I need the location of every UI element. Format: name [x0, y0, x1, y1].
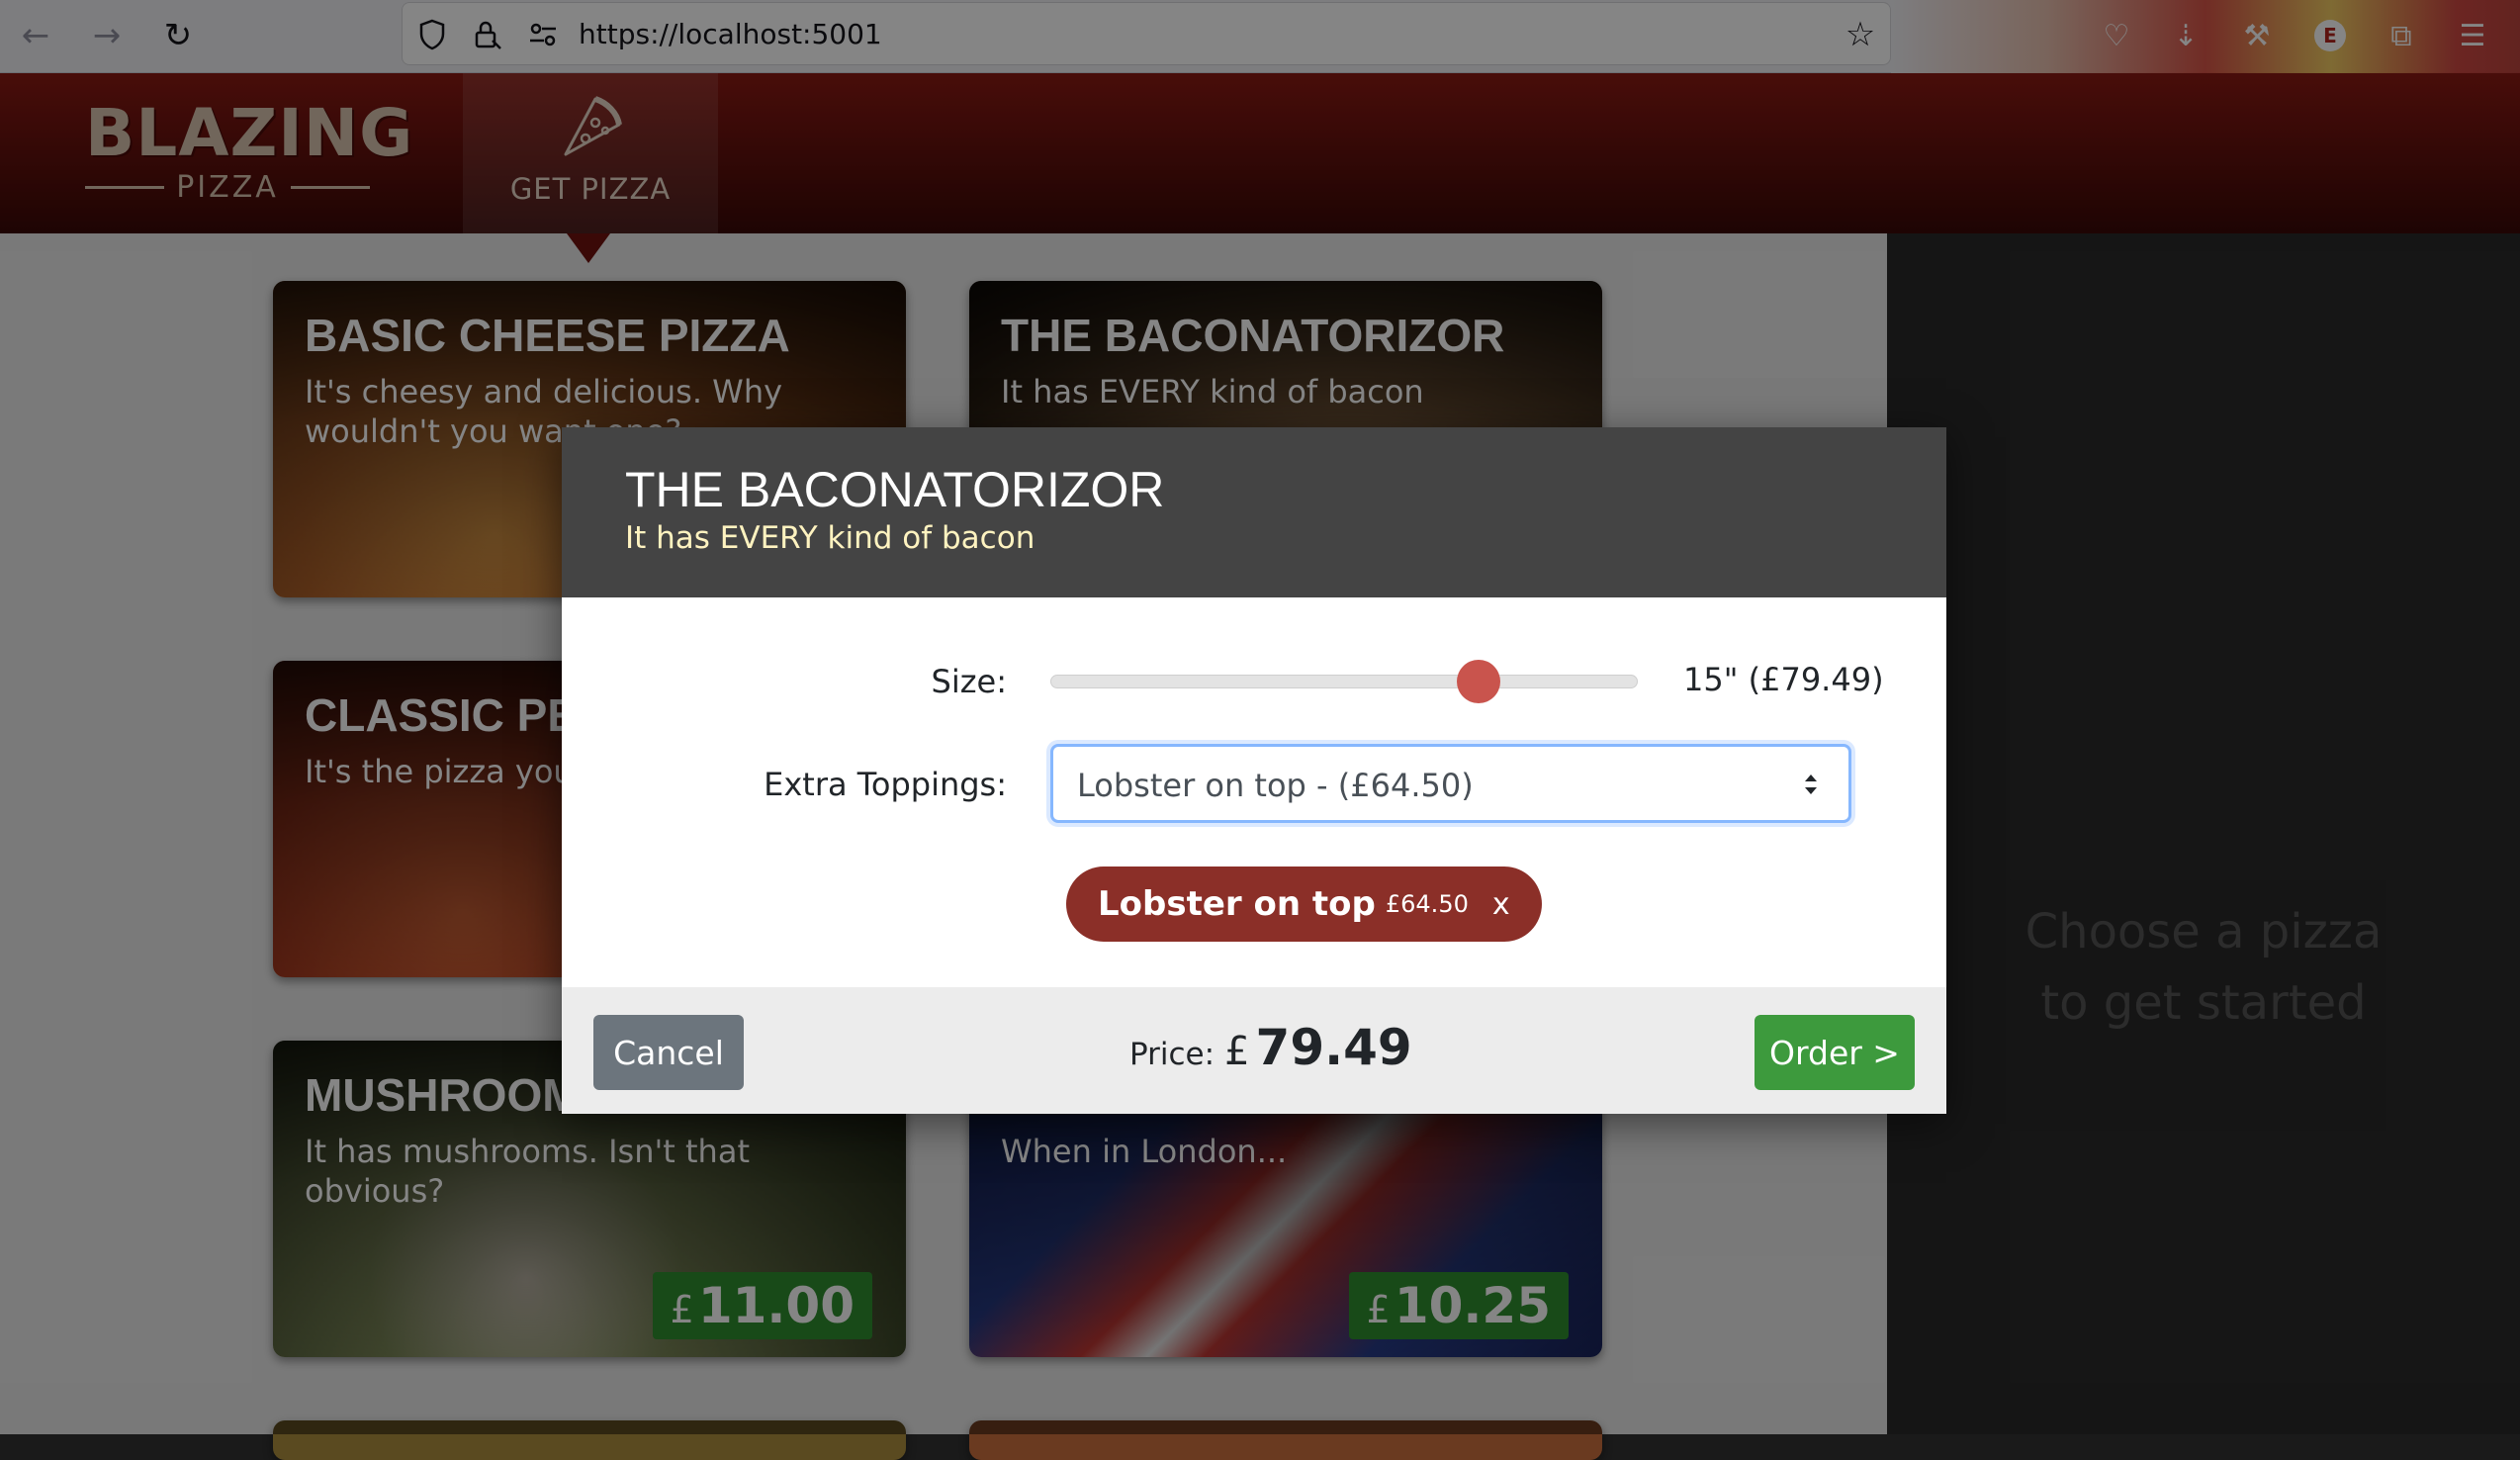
toppings-select[interactable]: Lobster on top - (£64.50): [1050, 744, 1851, 823]
size-value: 15" (£79.49): [1683, 661, 1884, 698]
dialog-footer: Cancel Price: £ 79.49 Order >: [562, 987, 1946, 1114]
topping-chip-name: Lobster on top: [1098, 884, 1376, 924]
nav-active-pointer: [567, 233, 610, 263]
select-updown-icon: [1805, 775, 1817, 794]
topping-chip: Lobster on top £64.50 x: [1066, 867, 1542, 942]
configure-pizza-dialog: THE BACONATORIZOR It has EVERY kind of b…: [562, 427, 1946, 1114]
toppings-label: Extra Toppings:: [764, 766, 1007, 803]
size-slider[interactable]: [1050, 660, 1638, 703]
toppings-selected-value: Lobster on top - (£64.50): [1077, 767, 1474, 804]
dialog-title: THE BACONATORIZOR: [625, 462, 1165, 517]
order-button[interactable]: Order >: [1755, 1015, 1915, 1090]
size-slider-thumb[interactable]: [1457, 660, 1501, 703]
dialog-subtitle: It has EVERY kind of bacon: [625, 520, 1035, 556]
total-price: Price: £ 79.49: [1129, 1019, 1412, 1076]
topping-remove-button[interactable]: x: [1492, 887, 1510, 922]
cancel-button[interactable]: Cancel: [593, 1015, 744, 1090]
topping-chip-price: £64.50: [1385, 890, 1469, 918]
price-currency: £: [1224, 1029, 1250, 1074]
price-label: Price:: [1129, 1037, 1215, 1072]
price-value: 79.49: [1255, 1019, 1412, 1076]
size-label: Size:: [931, 663, 1007, 700]
dialog-header: THE BACONATORIZOR It has EVERY kind of b…: [562, 427, 1946, 597]
